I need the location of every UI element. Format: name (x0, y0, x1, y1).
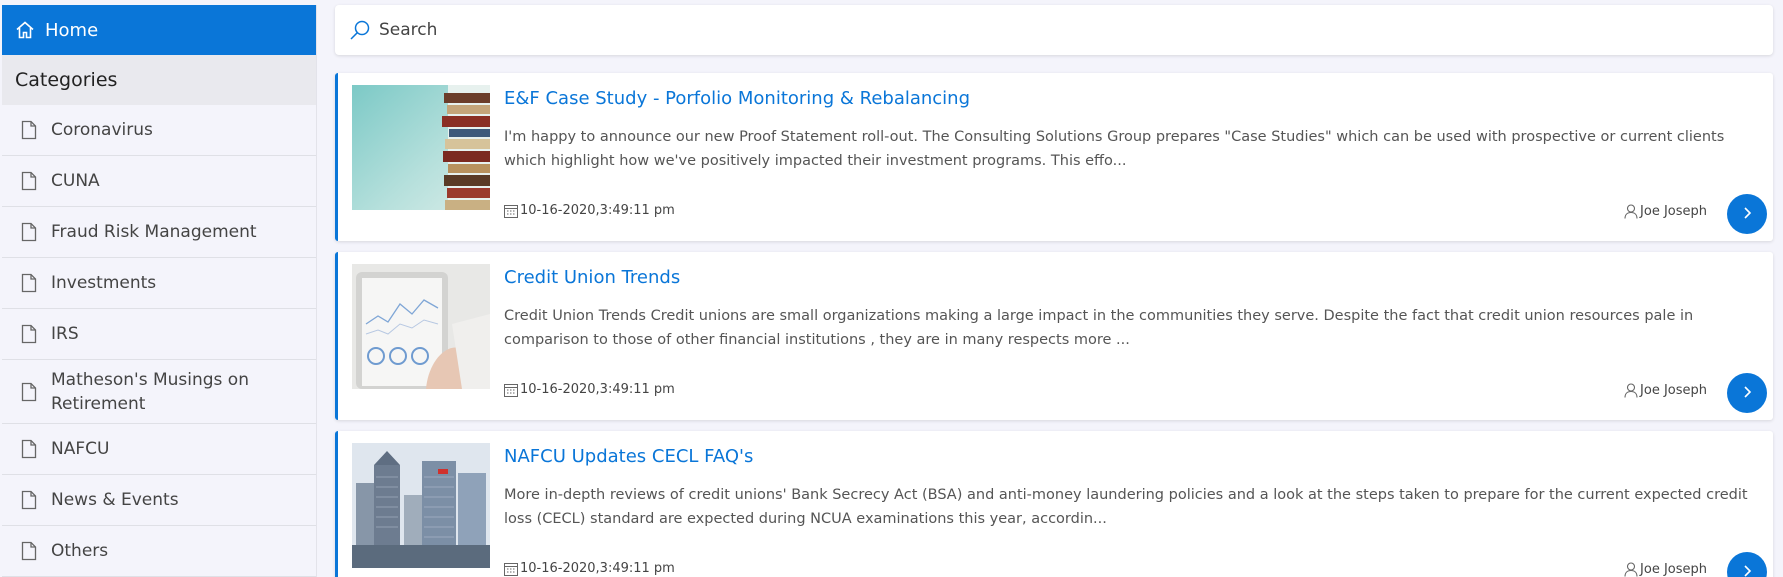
document-icon (21, 222, 37, 242)
search-icon (349, 19, 371, 41)
sidebar-item-irs[interactable]: IRS (2, 309, 316, 360)
post-date-text: 10-16-2020,3:49:11 pm (520, 203, 675, 218)
post-thumbnail-skyscrapers (352, 443, 490, 568)
post-author-name: Joe Joseph (1640, 383, 1707, 398)
sidebar-item-news-events[interactable]: News & Events (2, 475, 316, 526)
post-excerpt: Credit Union Trends Credit unions are sm… (504, 308, 1694, 348)
post-title-link[interactable]: NAFCU Updates CECL FAQ's (504, 446, 753, 467)
sidebar-item-fraud-risk-management[interactable]: Fraud Risk Management (2, 207, 316, 258)
post-title-link[interactable]: Credit Union Trends (504, 267, 680, 288)
sidebar-item-others[interactable]: Others (2, 526, 316, 577)
document-icon (21, 324, 37, 344)
post-date: 10-16-2020,3:49:11 pm (504, 561, 675, 576)
calendar-icon (504, 383, 518, 397)
open-post-button[interactable] (1727, 552, 1767, 577)
post-excerpt: More in-depth reviews of credit unions' … (504, 487, 1748, 527)
post-author-name: Joe Joseph (1640, 204, 1707, 219)
sidebar-item-mathesons-musings[interactable]: Matheson's Musings on Retirement (2, 360, 316, 424)
post-date-text: 10-16-2020,3:49:11 pm (520, 561, 675, 576)
search-input[interactable] (379, 20, 1773, 40)
user-icon (1624, 562, 1638, 577)
sidebar-item-home-label: Home (45, 19, 99, 41)
document-icon (21, 120, 37, 140)
sidebar-item-cuna[interactable]: CUNA (2, 156, 316, 207)
post-thumbnail-books (352, 85, 490, 210)
post-date-text: 10-16-2020,3:49:11 pm (520, 382, 675, 397)
chevron-right-icon (1740, 384, 1754, 403)
chevron-right-icon (1740, 563, 1754, 577)
post-author-name: Joe Joseph (1640, 562, 1707, 577)
sidebar-item-label: News & Events (51, 490, 179, 510)
document-icon (21, 382, 37, 402)
post-author: Joe Joseph (1624, 383, 1707, 398)
categories-header: Categories (2, 55, 316, 105)
sidebar-item-coronavirus[interactable]: Coronavirus (2, 105, 316, 156)
sidebar-item-nafcu[interactable]: NAFCU (2, 424, 316, 475)
user-icon (1624, 204, 1638, 219)
calendar-icon (504, 204, 518, 218)
sidebar-item-label: NAFCU (51, 439, 110, 459)
post-author: Joe Joseph (1624, 204, 1707, 219)
sidebar-item-label: IRS (51, 324, 79, 344)
user-icon (1624, 383, 1638, 398)
sidebar-item-label: CUNA (51, 171, 100, 191)
sidebar-item-label: Others (51, 541, 109, 561)
document-icon (21, 439, 37, 459)
chevron-right-icon (1740, 205, 1754, 224)
post-card: Credit Union Trends Credit Union Trends … (335, 252, 1773, 420)
post-author: Joe Joseph (1624, 562, 1707, 577)
search-bar (335, 5, 1773, 55)
calendar-icon (504, 562, 518, 576)
open-post-button[interactable] (1727, 373, 1767, 413)
document-icon (21, 541, 37, 561)
post-excerpt: I'm happy to announce our new Proof Stat… (504, 129, 1725, 169)
post-thumbnail-tablet-chart (352, 264, 490, 389)
sidebar-item-label: Fraud Risk Management (51, 222, 257, 242)
document-icon (21, 490, 37, 510)
app-root: Home Categories Coronavirus CUNA Fraud R… (0, 0, 1783, 577)
sidebar: Home Categories Coronavirus CUNA Fraud R… (2, 5, 317, 577)
home-icon (15, 20, 35, 40)
document-icon (21, 171, 37, 191)
open-post-button[interactable] (1727, 194, 1767, 234)
post-card: NAFCU Updates CECL FAQ's More in-depth r… (335, 431, 1773, 577)
sidebar-item-label: Coronavirus (51, 120, 153, 140)
main-content: E&F Case Study - Porfolio Monitoring & R… (335, 5, 1773, 577)
post-date: 10-16-2020,3:49:11 pm (504, 382, 675, 397)
sidebar-item-label: Matheson's Musings on Retirement (51, 369, 249, 414)
sidebar-item-investments[interactable]: Investments (2, 258, 316, 309)
post-title-link[interactable]: E&F Case Study - Porfolio Monitoring & R… (504, 88, 970, 109)
post-date: 10-16-2020,3:49:11 pm (504, 203, 675, 218)
post-card: E&F Case Study - Porfolio Monitoring & R… (335, 73, 1773, 241)
category-list: Coronavirus CUNA Fraud Risk Management I… (2, 105, 316, 577)
document-icon (21, 273, 37, 293)
sidebar-item-home[interactable]: Home (2, 5, 316, 55)
sidebar-item-label: Investments (51, 273, 157, 293)
